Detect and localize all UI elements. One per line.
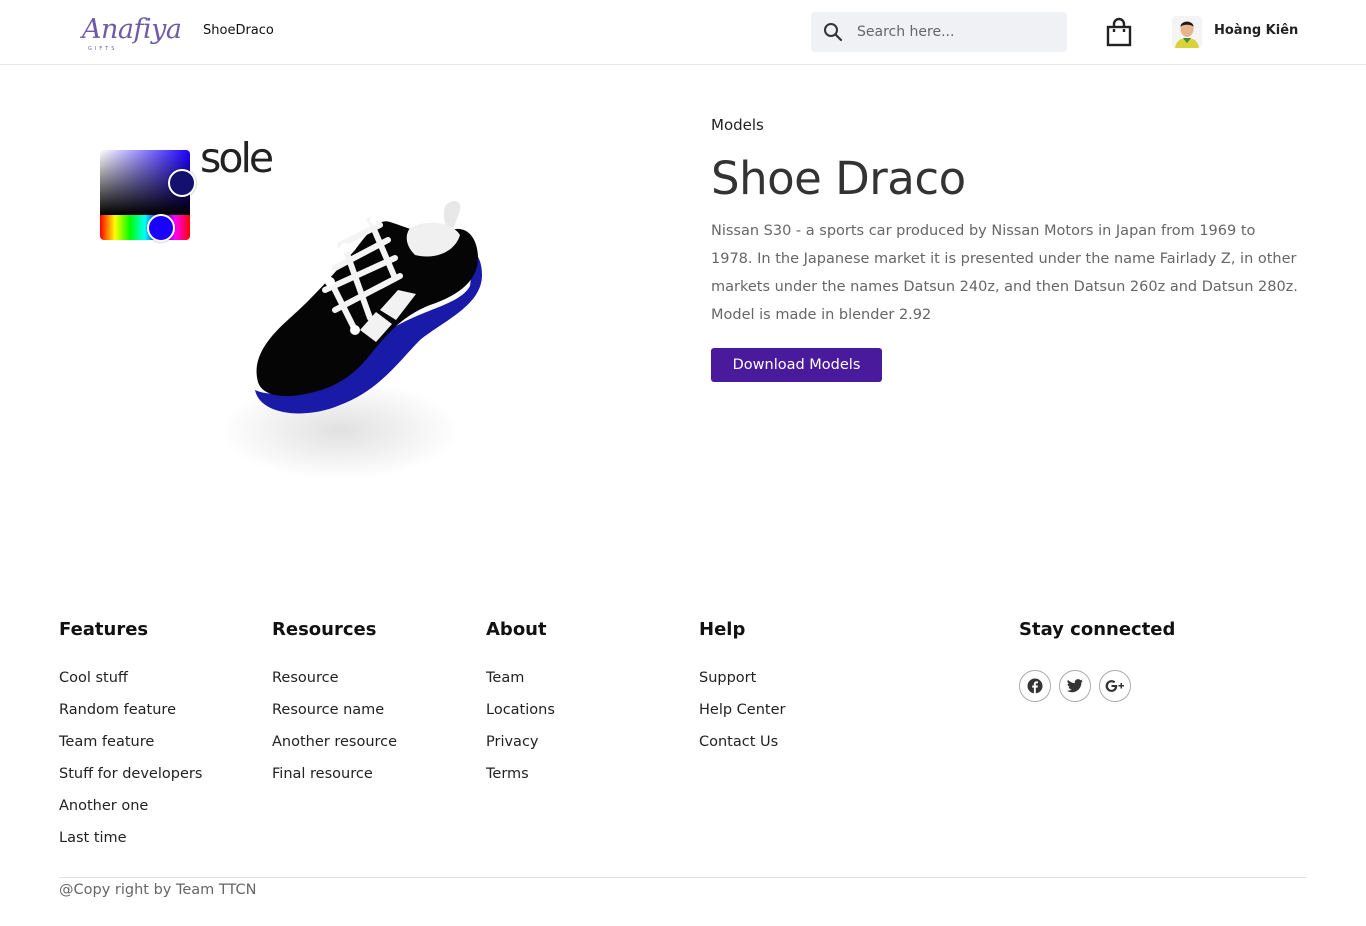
search-input[interactable] <box>857 12 1057 52</box>
footer-link-item: Support <box>699 670 785 702</box>
twitter-button[interactable] <box>1059 670 1091 702</box>
footer-column-about: About Team Locations Privacy Terms <box>486 619 555 798</box>
google-plus-icon <box>1105 680 1124 692</box>
avatar[interactable] <box>1172 16 1202 48</box>
top-navbar: Anafiya GIFTS ShoeDraco Hoàng Kiên <box>0 0 1366 65</box>
footer-link[interactable]: Contact Us <box>699 734 778 750</box>
product-description: Nissan S30 - a sports car produced by Ni… <box>711 223 1298 323</box>
footer-link[interactable]: Another resource <box>272 734 397 750</box>
footer-heading: Help <box>699 619 746 640</box>
footer-link-item: Team <box>486 670 555 702</box>
footer-link-item: Team feature <box>59 734 202 766</box>
footer-link[interactable]: Resource name <box>272 702 384 718</box>
footer-link-item: Resource name <box>272 702 397 734</box>
shopping-bag-icon[interactable] <box>1105 17 1133 47</box>
facebook-icon <box>1027 678 1043 694</box>
footer-heading: Features <box>59 619 149 640</box>
logo[interactable]: Anafiya GIFTS <box>82 10 182 56</box>
footer-link-item: Random feature <box>59 702 202 734</box>
footer-link[interactable]: Another one <box>59 798 148 814</box>
footer-link[interactable]: Team <box>486 670 524 686</box>
footer-link[interactable]: Last time <box>59 830 127 846</box>
download-models-button[interactable]: Download Models <box>711 348 882 382</box>
social-links <box>1019 670 1175 702</box>
footer-link-item: Stuff for developers <box>59 766 202 798</box>
page-title: Shoe Draco <box>711 152 966 205</box>
footer-link[interactable]: Team feature <box>59 734 154 750</box>
google-plus-button[interactable] <box>1099 670 1131 702</box>
footer-link[interactable]: Help Center <box>699 702 785 718</box>
footer-column-features: Features Cool stuff Random feature Team … <box>59 619 202 862</box>
footer-column-resources: Resources Resource Resource name Another… <box>272 619 397 798</box>
hue-handle[interactable] <box>147 214 175 242</box>
footer-link-item: Resource <box>272 670 397 702</box>
footer-link[interactable]: Cool stuff <box>59 670 128 686</box>
copyright-text: @Copy right by Team TTCN <box>59 882 257 898</box>
selected-part-label: sole <box>200 134 274 182</box>
footer-link[interactable]: Final resource <box>272 766 373 782</box>
footer-link-item: Another resource <box>272 734 397 766</box>
footer-column-help: Help Support Help Center Contact Us <box>699 619 785 766</box>
saturation-handle[interactable] <box>168 169 196 197</box>
footer-link-item: Final resource <box>272 766 397 798</box>
footer-link-item: Privacy <box>486 734 555 766</box>
search-bar <box>811 12 1067 52</box>
logo-text: Anafiya <box>82 14 182 45</box>
footer-heading: Resources <box>272 619 377 640</box>
footer-link[interactable]: Terms <box>486 766 529 782</box>
footer-link[interactable]: Privacy <box>486 734 539 750</box>
footer-link-item: Terms <box>486 766 555 798</box>
search-icon[interactable] <box>823 22 843 42</box>
footer-divider <box>59 877 1307 878</box>
footer-link[interactable]: Locations <box>486 702 555 718</box>
footer-heading: About <box>486 619 547 640</box>
facebook-button[interactable] <box>1019 670 1051 702</box>
footer-link-item: Cool stuff <box>59 670 202 702</box>
footer-link[interactable]: Support <box>699 670 756 686</box>
footer-link[interactable]: Stuff for developers <box>59 766 202 782</box>
user-name[interactable]: Hoàng Kiên <box>1214 23 1298 38</box>
logo-subtitle: GIFTS <box>88 46 118 52</box>
footer-link[interactable]: Random feature <box>59 702 176 718</box>
brand-link[interactable]: ShoeDraco <box>203 23 274 38</box>
footer-column-social: Stay connected <box>1019 619 1175 702</box>
breadcrumb[interactable]: Models <box>711 116 764 134</box>
footer-link-item: Help Center <box>699 702 785 734</box>
footer-link[interactable]: Resource <box>272 670 339 686</box>
footer-link-item: Locations <box>486 702 555 734</box>
twitter-icon <box>1067 679 1083 693</box>
footer-link-item: Contact Us <box>699 734 785 766</box>
footer-link-item: Last time <box>59 830 202 862</box>
footer-link-item: Another one <box>59 798 202 830</box>
footer-heading: Stay connected <box>1019 619 1176 640</box>
shoe-3d-model[interactable] <box>220 190 510 500</box>
hue-slider[interactable] <box>100 215 190 240</box>
